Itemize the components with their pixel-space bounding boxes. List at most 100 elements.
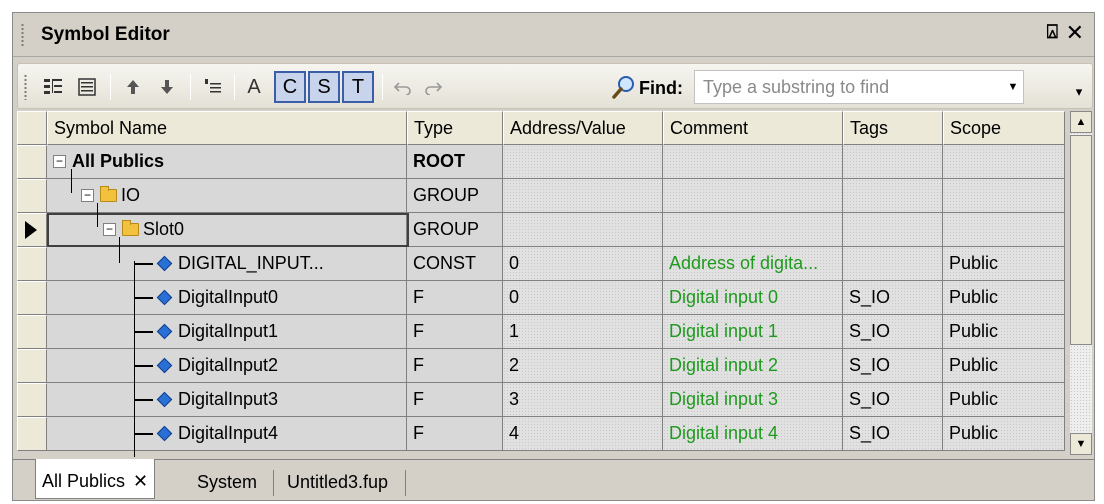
row-selector[interactable]: [17, 179, 47, 213]
row-selector[interactable]: [17, 383, 47, 417]
table-row[interactable]: DIGITAL_INPUT... CONST 0 Address of digi…: [17, 247, 1065, 281]
table-row[interactable]: DigitalInput0 F 0 Digital input 0 S_IO P…: [17, 281, 1065, 315]
tags-cell[interactable]: S_IO: [843, 281, 943, 315]
address-cell[interactable]: 0: [503, 281, 663, 315]
move-up-icon[interactable]: [120, 72, 146, 102]
find-input[interactable]: [694, 70, 1024, 104]
row-selector[interactable]: [17, 213, 47, 247]
row-selector[interactable]: [17, 315, 47, 349]
scope-cell[interactable]: Public: [943, 247, 1065, 281]
symbol-name-cell[interactable]: DIGITAL_INPUT...: [47, 247, 407, 281]
symbol-name-cell[interactable]: DigitalInput2: [47, 349, 407, 383]
symbol-name-cell[interactable]: DigitalInput4: [47, 417, 407, 451]
toggle-c-button[interactable]: C: [274, 71, 306, 103]
vertical-scrollbar[interactable]: ▲ ▼: [1070, 111, 1092, 455]
table-row[interactable]: − All Publics ROOT: [17, 145, 1065, 179]
table-row[interactable]: − IO GROUP: [17, 179, 1065, 213]
address-cell[interactable]: 2: [503, 349, 663, 383]
column-header-type[interactable]: Type: [407, 111, 503, 145]
comment-cell[interactable]: Digital input 4: [663, 417, 843, 451]
scope-cell[interactable]: [943, 179, 1065, 213]
move-down-icon[interactable]: [154, 72, 180, 102]
type-cell[interactable]: ROOT: [407, 145, 503, 179]
type-cell[interactable]: CONST: [407, 247, 503, 281]
tags-cell[interactable]: [843, 213, 943, 247]
drag-grip-icon[interactable]: [21, 23, 24, 47]
tags-cell[interactable]: S_IO: [843, 315, 943, 349]
scroll-down-icon[interactable]: ▼: [1070, 433, 1092, 455]
tags-cell[interactable]: S_IO: [843, 417, 943, 451]
symbol-name-cell[interactable]: − IO: [47, 179, 407, 213]
tab-all-publics[interactable]: All Publics ✕: [35, 459, 156, 499]
scrollbar-thumb[interactable]: [1070, 135, 1092, 345]
pin-icon[interactable]: ⍓: [1047, 22, 1058, 44]
toolbar-overflow-icon[interactable]: ▾: [1072, 74, 1086, 100]
toggle-t-button[interactable]: T: [342, 71, 374, 103]
tags-cell[interactable]: S_IO: [843, 383, 943, 417]
row-selector[interactable]: [17, 145, 47, 179]
column-header-symbol-name[interactable]: Symbol Name: [47, 111, 407, 145]
comment-cell[interactable]: Digital input 0: [663, 281, 843, 315]
column-header-scope[interactable]: Scope: [943, 111, 1065, 145]
address-cell[interactable]: 1: [503, 315, 663, 349]
type-cell[interactable]: F: [407, 281, 503, 315]
column-header-tags[interactable]: Tags: [843, 111, 943, 145]
table-row[interactable]: DigitalInput4 F 4 Digital input 4 S_IO P…: [17, 417, 1065, 451]
table-row[interactable]: DigitalInput3 F 3 Digital input 3 S_IO P…: [17, 383, 1065, 417]
comment-cell[interactable]: [663, 145, 843, 179]
scope-cell[interactable]: [943, 213, 1065, 247]
type-cell[interactable]: F: [407, 349, 503, 383]
tags-cell[interactable]: [843, 247, 943, 281]
toggle-s-button[interactable]: S: [308, 71, 340, 103]
row-selector[interactable]: [17, 281, 47, 315]
symbol-name-cell[interactable]: DigitalInput3: [47, 383, 407, 417]
table-row-selected[interactable]: − Slot0 GROUP: [17, 213, 1065, 247]
toolbar-grip-icon[interactable]: [24, 74, 27, 100]
row-selector[interactable]: [17, 417, 47, 451]
type-cell[interactable]: GROUP: [407, 179, 503, 213]
search-icon[interactable]: [610, 72, 638, 102]
column-header-comment[interactable]: Comment: [663, 111, 843, 145]
close-window-button[interactable]: ✕: [1066, 20, 1084, 46]
address-cell[interactable]: [503, 179, 663, 213]
scroll-up-icon[interactable]: ▲: [1070, 111, 1092, 133]
symbol-name-cell[interactable]: − All Publics: [47, 145, 407, 179]
address-cell[interactable]: 0: [503, 247, 663, 281]
symbol-name-cell[interactable]: DigitalInput0: [47, 281, 407, 315]
scope-cell[interactable]: Public: [943, 383, 1065, 417]
tab-system[interactable]: System: [191, 464, 263, 498]
undo-icon[interactable]: [390, 72, 416, 102]
tab-untitled3-fup[interactable]: Untitled3.fup: [281, 464, 394, 498]
type-cell[interactable]: F: [407, 383, 503, 417]
close-tab-icon[interactable]: ✕: [133, 471, 148, 498]
row-selector[interactable]: [17, 349, 47, 383]
scope-cell[interactable]: Public: [943, 281, 1065, 315]
tree-view-icon[interactable]: [40, 72, 66, 102]
chevron-down-icon[interactable]: ▼: [1003, 71, 1023, 103]
tags-cell[interactable]: S_IO: [843, 349, 943, 383]
comment-cell[interactable]: [663, 213, 843, 247]
collapse-icon[interactable]: −: [53, 155, 66, 168]
tags-cell[interactable]: [843, 145, 943, 179]
comment-cell[interactable]: [663, 179, 843, 213]
address-cell[interactable]: 3: [503, 383, 663, 417]
address-cell[interactable]: [503, 213, 663, 247]
scope-cell[interactable]: Public: [943, 349, 1065, 383]
column-header-address[interactable]: Address/Value: [503, 111, 663, 145]
scope-cell[interactable]: [943, 145, 1065, 179]
insert-row-icon[interactable]: [200, 72, 226, 102]
address-cell[interactable]: [503, 145, 663, 179]
symbol-name-cell[interactable]: DigitalInput1: [47, 315, 407, 349]
comment-cell[interactable]: Address of digita...: [663, 247, 843, 281]
scope-cell[interactable]: Public: [943, 417, 1065, 451]
type-cell[interactable]: F: [407, 417, 503, 451]
address-cell[interactable]: 4: [503, 417, 663, 451]
row-selector[interactable]: [17, 247, 47, 281]
comment-cell[interactable]: Digital input 2: [663, 349, 843, 383]
redo-icon[interactable]: [420, 72, 446, 102]
toggle-a-button[interactable]: A: [242, 72, 266, 102]
collapse-icon[interactable]: −: [81, 189, 94, 202]
list-view-icon[interactable]: [74, 72, 100, 102]
comment-cell[interactable]: Digital input 3: [663, 383, 843, 417]
tags-cell[interactable]: [843, 179, 943, 213]
